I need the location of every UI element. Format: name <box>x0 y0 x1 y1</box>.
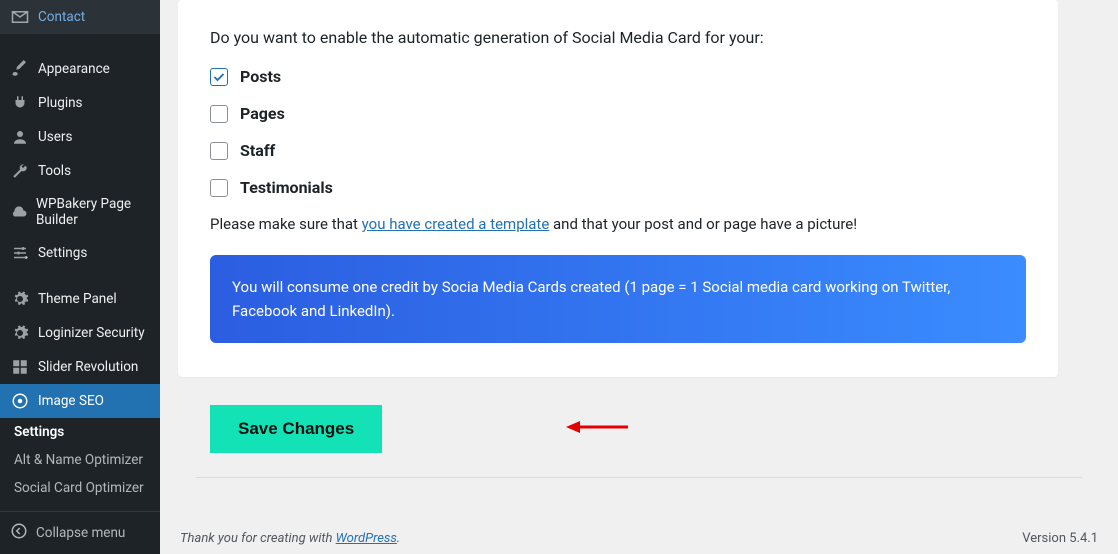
option-row-posts: Posts <box>210 67 1026 86</box>
sidebar-sub-alt-name[interactable]: Alt & Name Optimizer <box>0 446 160 474</box>
sidebar-item-label: Tools <box>38 163 71 179</box>
template-link[interactable]: you have created a template <box>362 215 550 233</box>
sliders-icon <box>10 244 30 262</box>
wordpress-link[interactable]: WordPress <box>336 531 397 546</box>
sidebar-item-label: Contact <box>38 9 85 25</box>
sidebar-item-label: Appearance <box>38 61 110 77</box>
sidebar-item-wpbakery[interactable]: WPBakery Page Builder <box>0 188 160 236</box>
option-label: Posts <box>240 67 281 86</box>
grid-icon <box>10 358 30 376</box>
option-row-testimonials: Testimonials <box>210 178 1026 197</box>
option-label: Pages <box>240 104 285 123</box>
checkbox-testimonials[interactable] <box>210 179 228 197</box>
sidebar-item-image-seo[interactable]: Image SEO <box>0 384 160 418</box>
gear-icon <box>10 324 30 342</box>
sidebar-item-label: Loginizer Security <box>38 325 145 341</box>
sidebar-item-theme-panel[interactable]: Theme Panel <box>0 282 160 316</box>
divider <box>196 477 1082 478</box>
checkbox-posts[interactable] <box>210 68 228 86</box>
collapse-menu[interactable]: Collapse menu <box>0 511 160 554</box>
main-content: Do you want to enable the automatic gene… <box>160 0 1118 554</box>
template-note: Please make sure that you have created a… <box>210 215 1026 233</box>
cloud-icon <box>10 203 28 221</box>
plug-icon <box>10 94 30 112</box>
mail-icon <box>10 8 30 26</box>
option-label: Staff <box>240 141 275 160</box>
credit-banner: You will consume one credit by Socia Med… <box>210 255 1026 343</box>
sidebar-item-label: Image SEO <box>38 393 104 409</box>
sidebar-item-label: Plugins <box>38 95 83 111</box>
footer-version: Version 5.4.1 <box>1022 531 1098 546</box>
collapse-label: Collapse menu <box>36 525 125 541</box>
sidebar-item-tools[interactable]: Tools <box>0 154 160 188</box>
sidebar-sub-settings[interactable]: Settings <box>0 418 160 446</box>
checkbox-staff[interactable] <box>210 142 228 160</box>
sidebar-item-contact[interactable]: Contact <box>0 0 160 34</box>
user-icon <box>10 128 30 146</box>
settings-card: Do you want to enable the automatic gene… <box>178 0 1058 377</box>
sidebar-item-users[interactable]: Users <box>0 120 160 154</box>
save-row: Save Changes <box>178 405 1100 453</box>
collapse-icon <box>10 522 28 544</box>
sidebar-item-slider-revolution[interactable]: Slider Revolution <box>0 350 160 384</box>
admin-sidebar: Contact Appearance Plugins Users Tools W… <box>0 0 160 554</box>
image-icon <box>10 392 30 410</box>
sidebar-item-label: Settings <box>38 245 87 261</box>
checkbox-pages[interactable] <box>210 105 228 123</box>
option-label: Testimonials <box>240 178 333 197</box>
option-row-staff: Staff <box>210 141 1026 160</box>
sidebar-item-loginizer[interactable]: Loginizer Security <box>0 316 160 350</box>
footer-thank: Thank you for creating with WordPress. <box>180 531 400 546</box>
annotation-arrow-icon <box>566 418 628 440</box>
brush-icon <box>10 60 30 78</box>
admin-footer: Thank you for creating with WordPress. V… <box>160 519 1118 554</box>
card-lead-text: Do you want to enable the automatic gene… <box>210 28 1026 47</box>
footer-thank-prefix: Thank you for creating with <box>180 531 336 546</box>
note-suffix: and that your post and or page have a pi… <box>549 215 857 233</box>
note-prefix: Please make sure that <box>210 215 362 233</box>
sidebar-item-label: Theme Panel <box>38 291 117 307</box>
sidebar-item-appearance[interactable]: Appearance <box>0 52 160 86</box>
sidebar-item-label: Users <box>38 129 72 145</box>
sidebar-item-plugins[interactable]: Plugins <box>0 86 160 120</box>
sidebar-sub-social-card[interactable]: Social Card Optimizer <box>0 474 160 502</box>
sidebar-item-label: WPBakery Page Builder <box>36 196 150 228</box>
sidebar-item-settings[interactable]: Settings <box>0 236 160 270</box>
gear-icon <box>10 290 30 308</box>
option-row-pages: Pages <box>210 104 1026 123</box>
wrench-icon <box>10 162 30 180</box>
sidebar-item-label: Slider Revolution <box>38 359 138 375</box>
footer-thank-suffix: . <box>397 531 400 546</box>
save-button[interactable]: Save Changes <box>210 405 382 453</box>
